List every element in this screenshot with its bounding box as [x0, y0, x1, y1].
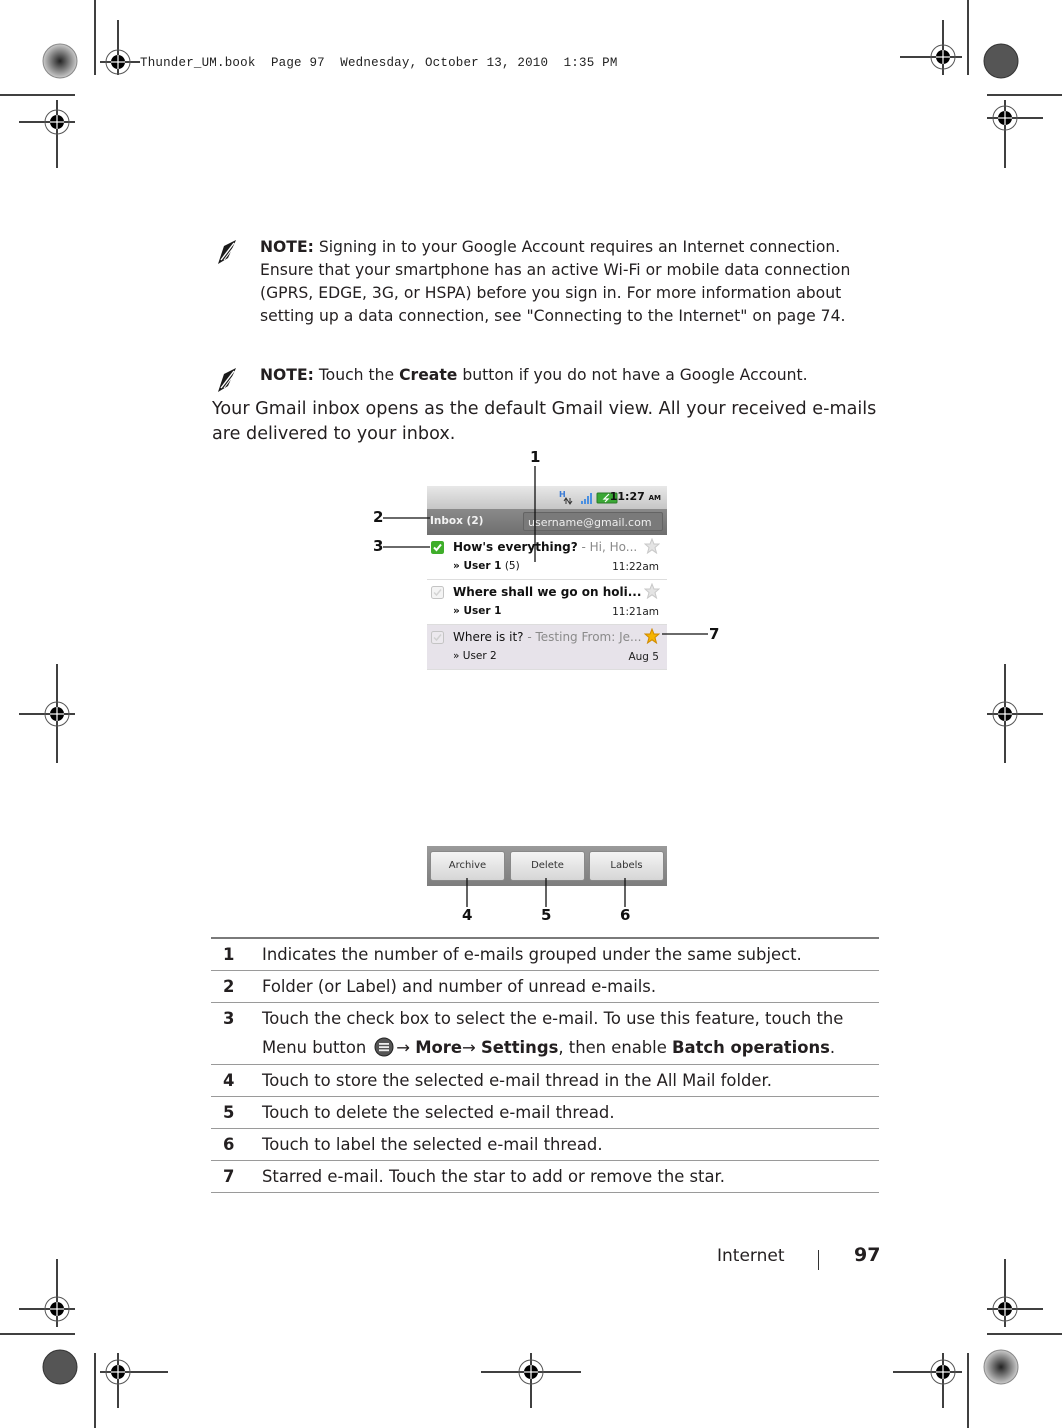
email-row[interactable]: Where shall we go on holi... » User 1 11… — [427, 580, 667, 625]
legend-row: 6 Touch to label the selected e-mail thr… — [211, 1129, 879, 1161]
legend-description: Touch to store the selected e-mail threa… — [262, 1071, 772, 1090]
email-snippet: - Hi, Ho... — [577, 540, 638, 554]
legend-description: Touch the check box to select the e-mail… — [262, 1009, 844, 1057]
create-keyword: Create — [399, 366, 458, 384]
pen-note-icon — [218, 368, 237, 392]
email-subject: Where shall we go on holi... — [453, 585, 642, 599]
legend-description: Folder (or Label) and number of unread e… — [262, 977, 657, 996]
legend-row: 7 Starred e-mail. Touch the star to add … — [211, 1161, 879, 1193]
title-bar: Inbox (2) username@gmail.com — [427, 509, 667, 535]
star-empty-icon[interactable] — [644, 583, 660, 599]
callout-6: 6 — [620, 906, 631, 924]
email-date: 11:21am — [612, 606, 659, 618]
crop-marks — [0, 0, 1062, 1428]
print-slug: Thunder_UM.book Page 97 Wednesday, Octob… — [140, 56, 618, 70]
callout-4: 4 — [462, 906, 473, 924]
legend-number: 4 — [223, 1071, 235, 1090]
email-date: 11:22am — [612, 561, 659, 573]
legend-number: 3 — [223, 1009, 235, 1028]
email-sender: » User 2 — [453, 650, 497, 662]
callout-3: 3 — [373, 537, 384, 555]
legend-row: 4 Touch to store the selected e-mail thr… — [211, 1065, 879, 1097]
checkbox-icon[interactable] — [431, 631, 444, 644]
slug-book: Thunder_UM.book — [140, 56, 256, 70]
callout-7: 7 — [709, 625, 720, 643]
legend-description: Indicates the number of e-mails grouped … — [262, 945, 802, 964]
legend-description: Starred e-mail. Touch the star to add or… — [262, 1167, 725, 1186]
slug-time: 1:35 PM — [563, 56, 618, 70]
email-subject: How's everything? - Hi, Ho... — [453, 540, 638, 554]
network-type-icon: H — [559, 490, 566, 499]
batch-operations-keyword: Batch operations — [672, 1038, 830, 1057]
delete-button[interactable]: Delete — [510, 851, 585, 881]
email-snippet: - Testing From: Je... — [523, 630, 642, 644]
gmail-inbox-screenshot: H 11:27 AM Inbox (2) username@gmail.com … — [427, 486, 667, 670]
legend-number: 5 — [223, 1103, 235, 1122]
slug-page: Page 97 — [270, 56, 325, 70]
legend-row: 3 Touch the check box to select the e-ma… — [211, 1003, 879, 1065]
checkbox-checked-icon[interactable] — [431, 541, 444, 554]
email-subject: Where is it? - Testing From: Je... — [453, 630, 642, 644]
pen-note-icon — [218, 240, 237, 264]
labels-button[interactable]: Labels — [589, 851, 664, 881]
email-date: Aug 5 — [628, 651, 659, 663]
email-sender: » User 1 (5) — [453, 560, 520, 572]
account-label[interactable]: username@gmail.com — [523, 512, 663, 531]
footer-separator — [818, 1250, 819, 1270]
legend-number: 7 — [223, 1167, 235, 1186]
settings-keyword: Settings — [480, 1038, 559, 1057]
note-label: NOTE: — [260, 238, 314, 256]
callout-5: 5 — [541, 906, 552, 924]
archive-button[interactable]: Archive — [430, 851, 505, 881]
batch-action-bar: Archive Delete Labels — [427, 846, 667, 886]
signal-icon — [581, 493, 592, 504]
callout-1: 1 — [530, 448, 541, 466]
note-create-account: NOTE: Touch the Create button if you do … — [214, 364, 894, 392]
callout-lines — [383, 466, 708, 907]
email-sender: » User 1 — [453, 605, 502, 617]
footer-section-title: Internet — [717, 1246, 785, 1266]
arrow-glyph: → — [462, 1038, 476, 1057]
legend-row: 5 Touch to delete the selected e-mail th… — [211, 1097, 879, 1129]
legend-number: 1 — [223, 945, 235, 964]
legend-number: 2 — [223, 977, 235, 996]
intro-paragraph: Your Gmail inbox opens as the default Gm… — [212, 399, 877, 444]
callout-2: 2 — [373, 508, 384, 526]
checkbox-icon[interactable] — [431, 586, 444, 599]
note-text: Touch the — [318, 366, 395, 384]
arrow-glyph: → — [396, 1038, 411, 1057]
star-empty-icon[interactable] — [644, 538, 660, 554]
legend-description: Touch to delete the selected e-mail thre… — [262, 1103, 615, 1122]
note-label: NOTE: — [260, 366, 314, 384]
more-keyword: More — [415, 1038, 463, 1057]
star-filled-icon[interactable] — [644, 628, 660, 644]
legend-number: 6 — [223, 1135, 235, 1154]
legend-description: Touch to label the selected e-mail threa… — [262, 1135, 603, 1154]
status-time: 11:27 AM — [609, 490, 661, 503]
folder-label[interactable]: Inbox (2) — [430, 515, 483, 527]
slug-date: Wednesday, October 13, 2010 — [340, 56, 549, 70]
email-row[interactable]: How's everything? - Hi, Ho... » User 1 (… — [427, 535, 667, 580]
legend-row: 1 Indicates the number of e-mails groupe… — [211, 939, 879, 971]
email-row[interactable]: Where is it? - Testing From: Je... » Use… — [427, 625, 667, 670]
callout-legend-table: 1 Indicates the number of e-mails groupe… — [211, 937, 879, 1193]
data-arrows-icon — [563, 497, 573, 505]
note-text: Signing in to your Google Account requir… — [260, 238, 851, 325]
legend-row: 2 Folder (or Label) and number of unread… — [211, 971, 879, 1003]
thread-count: (5) — [501, 560, 520, 572]
note-text-end: button if you do not have a Google Accou… — [462, 366, 808, 384]
status-bar: H 11:27 AM — [427, 486, 667, 509]
footer-page-number: 97 — [854, 1244, 881, 1266]
note-internet-connection: NOTE: Signing in to your Google Account … — [214, 236, 894, 328]
menu-button-icon — [374, 1037, 394, 1057]
